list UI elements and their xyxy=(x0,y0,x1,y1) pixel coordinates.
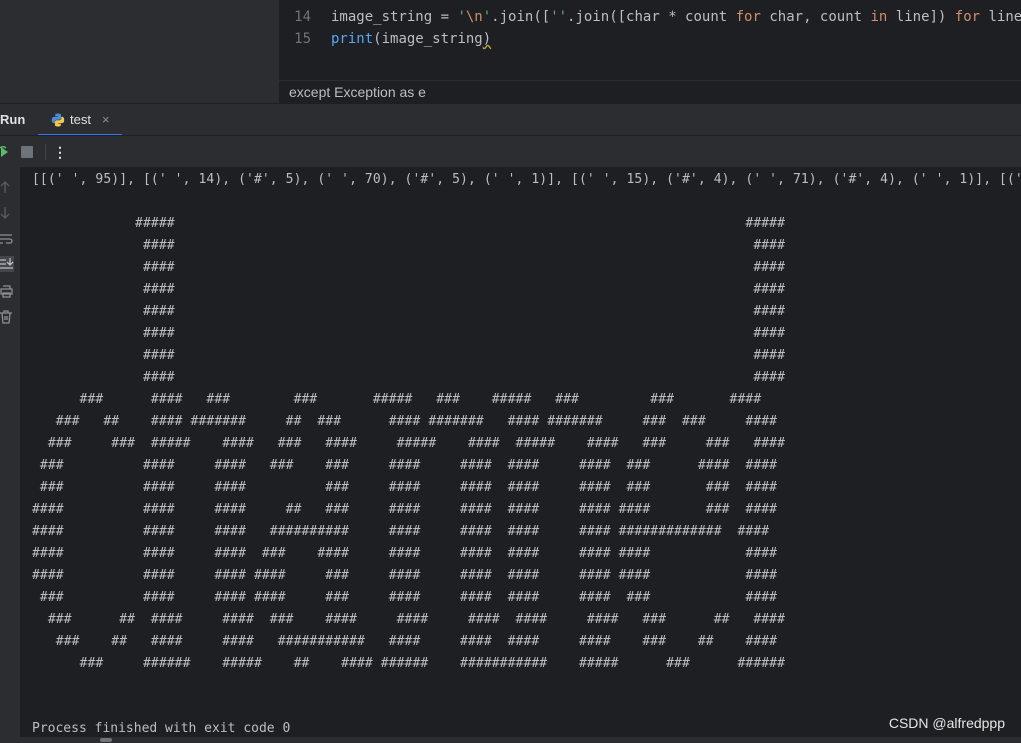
rerun-icon[interactable] xyxy=(0,145,10,159)
ascii-art-line: ### #### ### ### ##### ### ##### ### ###… xyxy=(32,392,762,407)
more-options-icon[interactable]: ⋮ xyxy=(52,136,68,168)
code-token: for xyxy=(735,9,761,25)
project-panel-edge xyxy=(0,0,279,103)
code-token: ' xyxy=(457,9,466,25)
tab-test[interactable]: test × xyxy=(38,104,122,136)
code-token: (image_string xyxy=(373,31,483,47)
print-icon[interactable] xyxy=(0,283,14,299)
arrow-up-icon[interactable] xyxy=(0,179,14,195)
code-token: char, count xyxy=(760,9,871,25)
code-line[interactable]: 14 image_string = '\n'.join([''.join([cha… xyxy=(279,6,1021,28)
code-token: for xyxy=(954,9,981,25)
horizontal-scrollbar[interactable] xyxy=(0,737,1021,743)
ascii-art-line: #### #### #### ########## #### #### ####… xyxy=(32,524,770,539)
console-data-line: [[(' ', 95)], [(' ', 14), ('#', 5), (' '… xyxy=(32,172,1021,187)
code-token: .join([char * count xyxy=(567,9,736,25)
soft-wrap-icon[interactable] xyxy=(0,231,14,247)
ascii-art-line: ### #### #### ### #### #### #### #### ##… xyxy=(32,480,778,495)
run-title[interactable]: Run xyxy=(0,104,25,136)
toolbar-separator xyxy=(45,144,46,160)
watermark: CSDN @alfredppp xyxy=(888,715,1005,731)
scroll-to-end-icon[interactable] xyxy=(0,256,14,272)
arrow-down-icon[interactable] xyxy=(0,205,14,221)
warning-highlights xyxy=(325,0,1021,3)
ascii-art-line: #### #### #### ### #### #### #### #### #… xyxy=(32,546,778,561)
ascii-art-line: ### ### ##### #### ### #### ##### #### #… xyxy=(32,436,786,451)
run-tool-header: Run test × xyxy=(0,103,1021,136)
ascii-art: ##### ##### #### #### #### #### #### ###… xyxy=(32,216,785,671)
close-icon[interactable]: × xyxy=(102,104,110,136)
line-number: 14 xyxy=(294,9,311,25)
python-file-icon xyxy=(51,113,65,127)
scrollbar-thumb[interactable] xyxy=(100,738,112,742)
ascii-art-line: #### #### #### #### ### #### #### #### #… xyxy=(32,568,778,583)
ascii-art-line: ### ###### ##### ## #### ###### ########… xyxy=(32,656,786,671)
code-token: image_string = xyxy=(331,9,458,25)
ascii-art-line: #### #### xyxy=(32,370,786,385)
ascii-art-line: #### #### xyxy=(32,348,786,363)
tab-label: test xyxy=(70,112,91,127)
breadcrumb[interactable]: except Exception as e xyxy=(279,80,1021,103)
ascii-art-line: #### #### xyxy=(32,260,786,275)
ascii-art-line: #### #### xyxy=(32,326,786,341)
code-token: ) xyxy=(482,31,492,47)
console-side-toolbar xyxy=(0,167,20,743)
run-toolbar: ⋮ xyxy=(0,135,1021,167)
code-token: print xyxy=(331,31,374,47)
console-text: [[(' ', 95)], [(' ', 14), ('#', 5), (' '… xyxy=(32,169,1021,675)
ascii-art-line: ### ## #### #### ########### #### #### #… xyxy=(32,634,778,649)
ascii-art-line: #### #### xyxy=(32,282,786,297)
code-line[interactable]: 15 print(image_string) xyxy=(279,28,491,50)
code-token: line]) xyxy=(887,9,955,25)
code-token: '' xyxy=(550,9,568,25)
line-number: 15 xyxy=(294,31,311,47)
ascii-art-line: ### ## #### ####### ## ### #### ####### … xyxy=(32,414,778,429)
ascii-art-line: #### #### #### ## ### #### #### #### ###… xyxy=(32,502,778,517)
code-token: in xyxy=(870,9,888,25)
console-output[interactable]: [[(' ', 95)], [(' ', 14), ('#', 5), (' '… xyxy=(20,167,1021,737)
code-token: ' xyxy=(482,9,492,25)
stop-icon[interactable] xyxy=(21,146,33,158)
trash-icon[interactable] xyxy=(0,309,14,325)
code-token: line xyxy=(988,9,1021,25)
ascii-art-line: ### #### #### ### ### #### #### #### ###… xyxy=(32,458,778,473)
ascii-art-line: #### #### xyxy=(32,238,786,253)
ascii-art-line: #### #### xyxy=(32,304,786,319)
code-token: \n xyxy=(465,9,483,25)
ascii-art-line: ### #### #### #### ### #### #### #### ##… xyxy=(32,590,778,605)
ascii-art-line: ### ## #### #### ### #### #### #### ####… xyxy=(32,612,786,627)
code-token: .join([ xyxy=(491,9,551,25)
ascii-art-line: ##### ##### xyxy=(32,216,786,231)
